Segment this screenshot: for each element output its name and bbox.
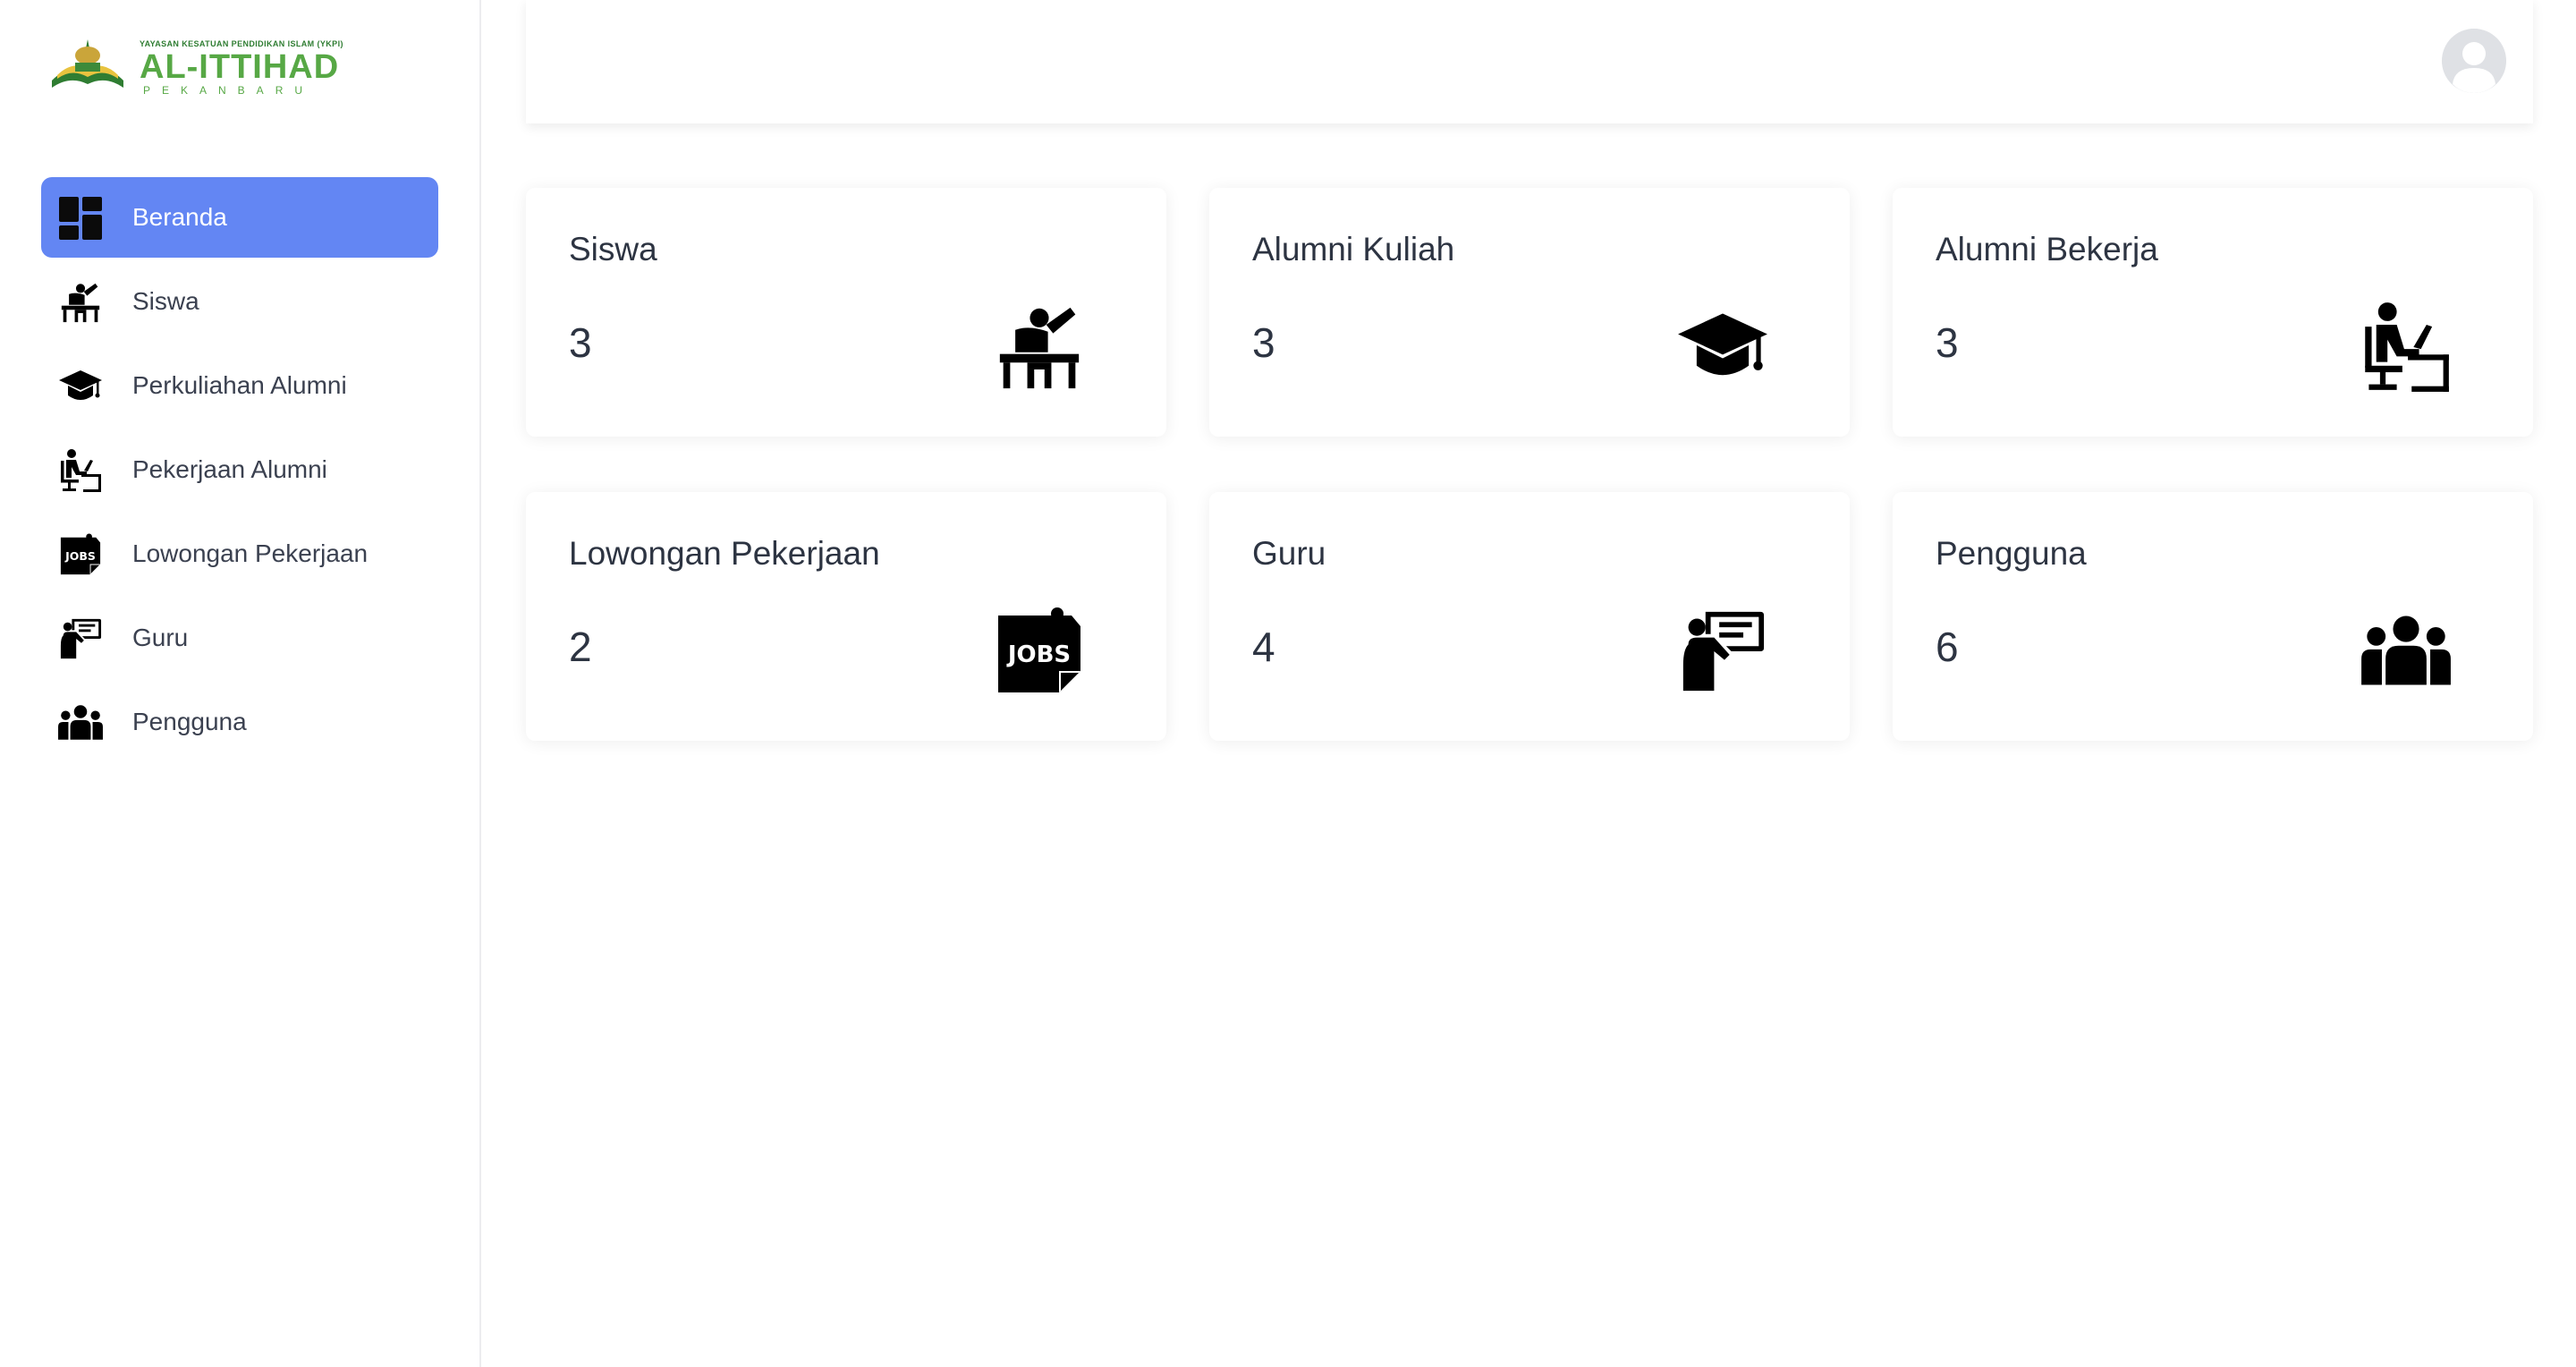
office-worker-icon — [2360, 301, 2453, 394]
stat-card-lowongan-pekerjaan[interactable]: Lowongan Pekerjaan 2 JOBS — [526, 492, 1166, 741]
sidebar-item-guru[interactable]: Guru — [41, 598, 438, 678]
svg-text:JOBS: JOBS — [1006, 641, 1071, 668]
jobs-icon: JOBS — [57, 533, 104, 576]
sidebar-item-siswa[interactable]: Siswa — [41, 261, 438, 342]
card-title: Guru — [1252, 535, 1326, 572]
sidebar-item-label: Perkuliahan Alumni — [132, 371, 347, 399]
graduation-cap-icon — [57, 365, 104, 408]
sidebar-item-beranda[interactable]: Beranda — [41, 177, 438, 258]
card-title: Lowongan Pekerjaan — [569, 535, 880, 572]
office-worker-icon — [57, 449, 104, 492]
teacher-icon — [1676, 605, 1769, 698]
user-avatar-icon[interactable] — [2442, 29, 2506, 93]
student-desk-icon — [57, 281, 104, 324]
users-group-icon — [57, 701, 104, 744]
teacher-icon — [57, 617, 104, 660]
users-group-icon — [2360, 605, 2453, 698]
stat-card-alumni-kuliah[interactable]: Alumni Kuliah 3 — [1209, 188, 1850, 437]
dashboard-icon — [57, 197, 104, 240]
card-title: Alumni Bekerja — [1936, 231, 2158, 267]
sidebar-item-label: Pengguna — [132, 708, 247, 735]
logo-name: AL-ITTIHAD — [140, 48, 340, 86]
app-logo[interactable]: YAYASAN KESATUAN PENDIDIKAN ISLAM (YKPI)… — [48, 36, 352, 97]
sidebar: YAYASAN KESATUAN PENDIDIKAN ISLAM (YKPI)… — [0, 0, 481, 1367]
student-desk-icon — [993, 301, 1086, 394]
card-value: 3 — [1252, 319, 1275, 366]
card-title: Alumni Kuliah — [1252, 231, 1455, 267]
stat-card-alumni-bekerja[interactable]: Alumni Bekerja 3 — [1893, 188, 2533, 437]
sidebar-item-label: Lowongan Pekerjaan — [132, 539, 369, 567]
logo-emblem-icon — [52, 39, 123, 88]
card-value: 3 — [1936, 319, 1959, 366]
logo-city: PEKANBARU — [143, 84, 315, 97]
stat-card-pengguna[interactable]: Pengguna 6 — [1893, 492, 2533, 741]
svg-text:JOBS: JOBS — [64, 549, 96, 563]
card-title: Pengguna — [1936, 535, 2087, 572]
sidebar-item-lowongan-pekerjaan[interactable]: JOBS Lowongan Pekerjaan — [41, 514, 438, 594]
card-title: Siswa — [569, 231, 657, 267]
sidebar-item-perkuliahan-alumni[interactable]: Perkuliahan Alumni — [41, 345, 438, 426]
card-value: 6 — [1936, 624, 1959, 670]
stat-card-siswa[interactable]: Siswa 3 — [526, 188, 1166, 437]
graduation-cap-icon — [1676, 301, 1769, 394]
sidebar-item-label: Beranda — [132, 203, 227, 231]
card-value: 4 — [1252, 624, 1275, 670]
stat-card-guru[interactable]: Guru 4 — [1209, 492, 1850, 741]
sidebar-nav: Beranda Siswa Perkuliahan Alumni Pekerja… — [41, 177, 438, 766]
jobs-icon: JOBS — [993, 605, 1086, 698]
sidebar-item-label: Pekerjaan Alumni — [132, 455, 327, 483]
sidebar-item-pengguna[interactable]: Pengguna — [41, 682, 438, 762]
card-value: 3 — [569, 319, 592, 366]
card-value: 2 — [569, 624, 592, 670]
sidebar-item-pekerjaan-alumni[interactable]: Pekerjaan Alumni — [41, 429, 438, 510]
sidebar-item-label: Siswa — [132, 287, 199, 315]
top-bar — [526, 0, 2533, 123]
sidebar-item-label: Guru — [132, 624, 189, 651]
